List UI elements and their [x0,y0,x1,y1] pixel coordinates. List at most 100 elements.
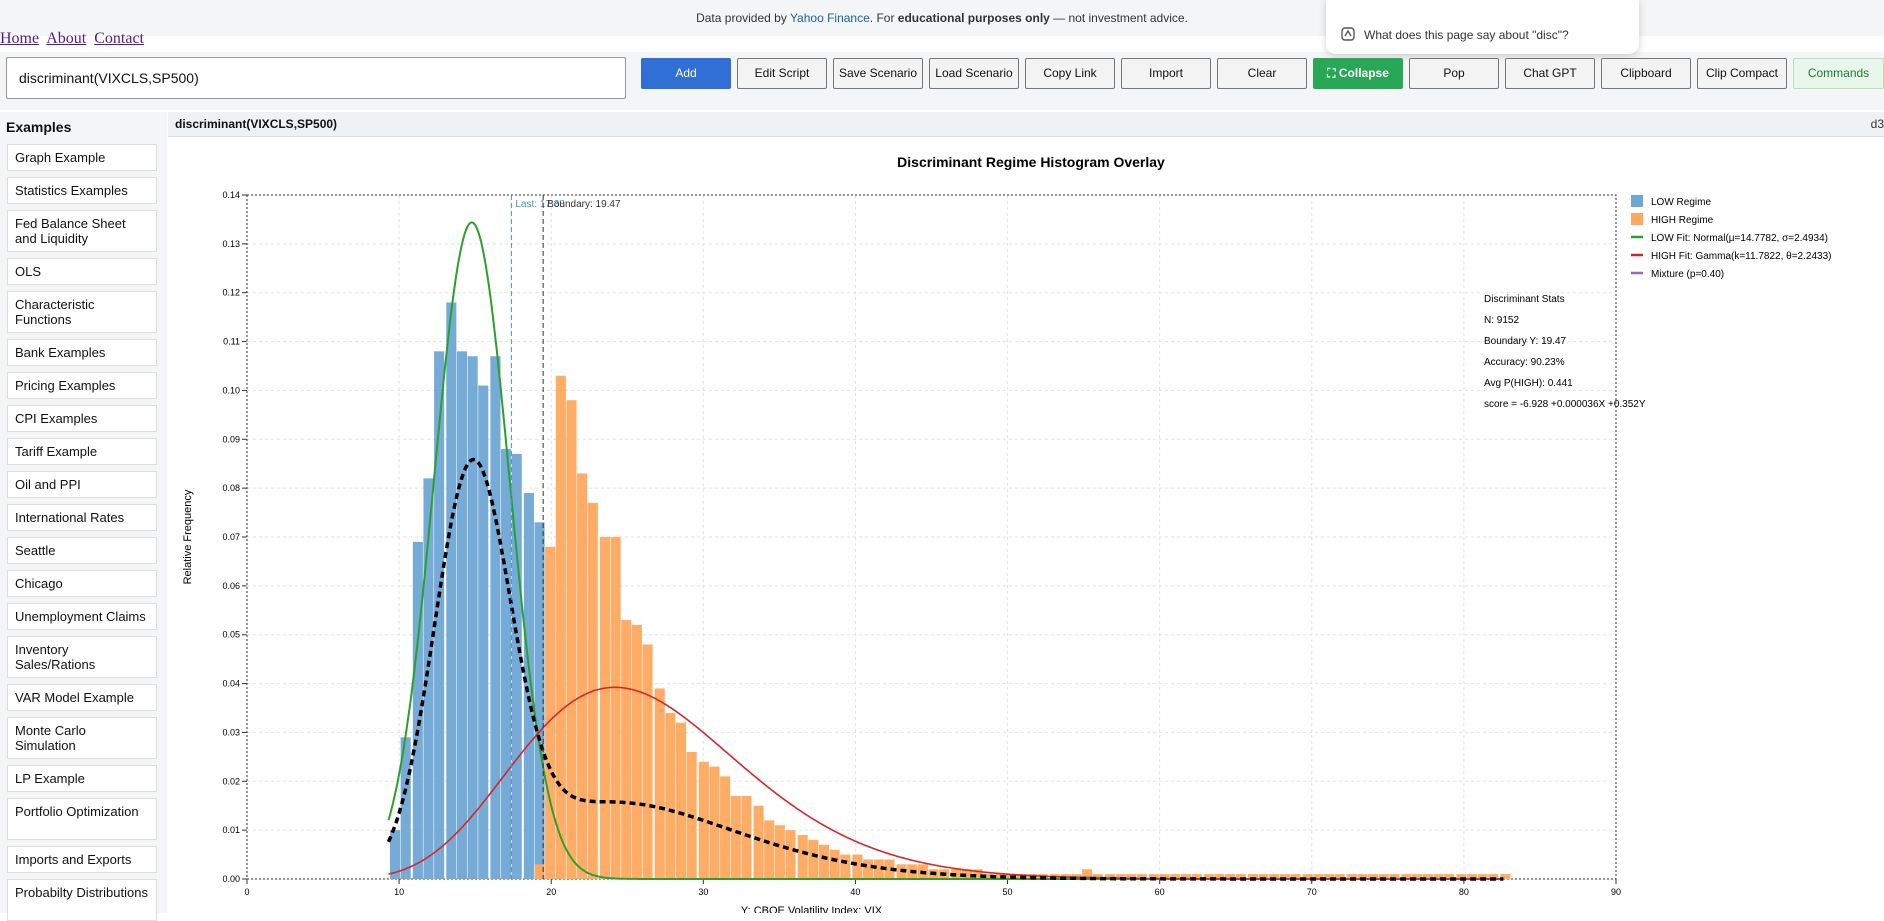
high-regime-bar [675,722,687,879]
y-tick-label: 0.10 [222,385,240,395]
low-regime-bar [478,385,489,879]
low-regime-bar [501,449,512,879]
x-tick-label: 90 [1611,887,1621,897]
high-regime-bar [610,537,621,879]
y-tick-label: 0.02 [222,776,240,786]
chart-area: Discriminant Regime Histogram Overlay 0.0… [168,137,1884,917]
stats-line: Avg P(HIGH): 0.441 [1484,378,1573,389]
y-tick-label: 0.09 [222,434,240,444]
nav-home-link[interactable]: Home [0,30,39,47]
toolbar-button-12[interactable]: Commands [1793,58,1884,89]
find-popup[interactable]: What does this page say about "disc"? [1326,0,1639,54]
sidebar-item[interactable]: Statistics Examples [7,177,157,204]
sidebar-item[interactable]: Seattle [7,537,157,564]
nav-about-link[interactable]: About [46,30,86,47]
toolbar-button-10[interactable]: Clipboard [1601,58,1691,89]
y-tick-label: 0.00 [222,874,240,884]
high-regime-bar [764,820,775,879]
toolbar-button-7[interactable]: ⛶ Collapse [1313,58,1403,89]
high-regime-bar [840,854,851,879]
high-regime-bar [642,644,653,879]
legend-label: HIGH Regime [1651,215,1714,226]
x-tick-label: 70 [1307,887,1317,897]
low-regime-bar [490,356,501,879]
toolbar-button-3[interactable]: Load Scenario [929,58,1019,89]
sidebar-item[interactable]: Inventory Sales/Rations [7,636,157,678]
legend-label: LOW Regime [1651,197,1711,208]
legend-label: HIGH Fit: Gamma(k=11.7822, θ=2.2433) [1651,251,1831,262]
sidebar-item[interactable]: International Rates [7,504,157,531]
histogram-chart: Discriminant Regime Histogram Overlay 0.0… [182,154,1831,917]
high-regime-bar [753,805,764,879]
high-regime-bar [566,400,577,879]
x-tick-label: 20 [546,887,556,897]
sidebar-item[interactable]: Portfolio Optimization [7,798,157,840]
legend-label: Mixture (p=0.40) [1651,269,1724,280]
high-regime-bar [818,844,830,879]
high-regime-bar [797,835,808,879]
command-input[interactable]: discriminant(VIXCLS,SP500) [6,57,626,99]
toolbar-button-11[interactable]: Clip Compact [1697,58,1787,89]
sidebar-item[interactable]: CPI Examples [7,405,157,432]
toolbar-button-1[interactable]: Edit Script [737,58,827,89]
x-tick-label: 80 [1459,887,1469,897]
x-tick-label: 60 [1155,887,1165,897]
toolbar-button-8[interactable]: Pop [1409,58,1499,89]
toolbar-button-4[interactable]: Copy Link [1025,58,1115,89]
high-regime-bar [654,688,665,879]
legend-swatch [1631,195,1643,207]
sidebar-item[interactable]: Unemployment Claims [7,603,157,630]
high-regime-bar [577,473,588,879]
sidebar: Examples Graph Example Statistics Example… [0,112,167,921]
toolbar-button-2[interactable]: Save Scenario [833,58,923,89]
y-tick-label: 0.06 [222,581,240,591]
y-tick-label: 0.05 [222,630,240,640]
high-regime-bar [621,620,632,879]
legend-swatch [1631,213,1643,225]
legend-label: LOW Fit: Normal(μ=14.7782, σ=2.4934) [1651,233,1828,244]
x-tick-label: 30 [698,887,708,897]
notice-bold: educational purposes only [897,11,1050,25]
reference-label: Boundary: 19.47 [547,199,621,210]
sidebar-item[interactable]: Monte Carlo Simulation [7,717,157,759]
sidebar-item[interactable]: Tariff Example [7,438,157,465]
sidebar-item[interactable]: VAR Model Example [7,684,157,711]
x-tick-label: 0 [244,887,249,897]
toolbar-button-6[interactable]: Clear [1217,58,1307,89]
sidebar-item[interactable]: Pricing Examples [7,372,157,399]
sidebar-item[interactable]: Chicago [7,570,157,597]
y-tick-label: 0.01 [222,825,240,835]
y-tick-label: 0.04 [222,679,240,689]
toolbar-button-9[interactable]: Chat GPT [1505,58,1595,89]
high-regime-bar [808,839,819,879]
sidebar-item[interactable]: OLS [7,258,157,285]
notice-prefix: Data provided by [696,11,790,25]
low-regime-bar [446,302,457,879]
sidebar-item[interactable]: Graph Example [7,144,157,171]
sidebar-item[interactable]: Fed Balance Sheet and Liquidity [7,210,157,252]
notice-suffix: — not investment advice. [1049,11,1188,25]
popup-text: What does this page say about "disc"? [1364,28,1569,42]
sidebar-item[interactable]: Oil and PPI [7,471,157,498]
sidebar-item[interactable]: Imports and Exports [7,846,157,873]
yahoo-finance-link[interactable]: Yahoo Finance [790,11,870,25]
sidebar-item[interactable]: Characteristic Functions [7,291,157,333]
x-tick-label: 10 [394,887,404,897]
stats-line: Accuracy: 90.23% [1484,357,1565,368]
toolbar-button-0[interactable]: Add [641,58,731,89]
sidebar-item[interactable]: LP Example [7,765,157,792]
y-tick-label: 0.08 [222,483,240,493]
high-regime-bar [599,537,611,879]
header-right-text: d3 [1870,117,1884,131]
sidebar-item[interactable]: Probabilty Distributions [7,879,157,921]
chart-title: Discriminant Regime Histogram Overlay [897,154,1165,170]
y-tick-label: 0.13 [222,239,240,249]
high-regime-bar [829,849,840,879]
low-regime-bar [456,351,468,879]
sidebar-item[interactable]: Bank Examples [7,339,157,366]
toolbar-button-5[interactable]: Import [1121,58,1211,89]
nav-contact-link[interactable]: Contact [94,30,144,47]
low-fit-curve [387,221,1504,880]
stats-line: score = -6.928 +0.000036X +0.352Y [1484,399,1646,410]
high-regime-bar [730,795,741,879]
